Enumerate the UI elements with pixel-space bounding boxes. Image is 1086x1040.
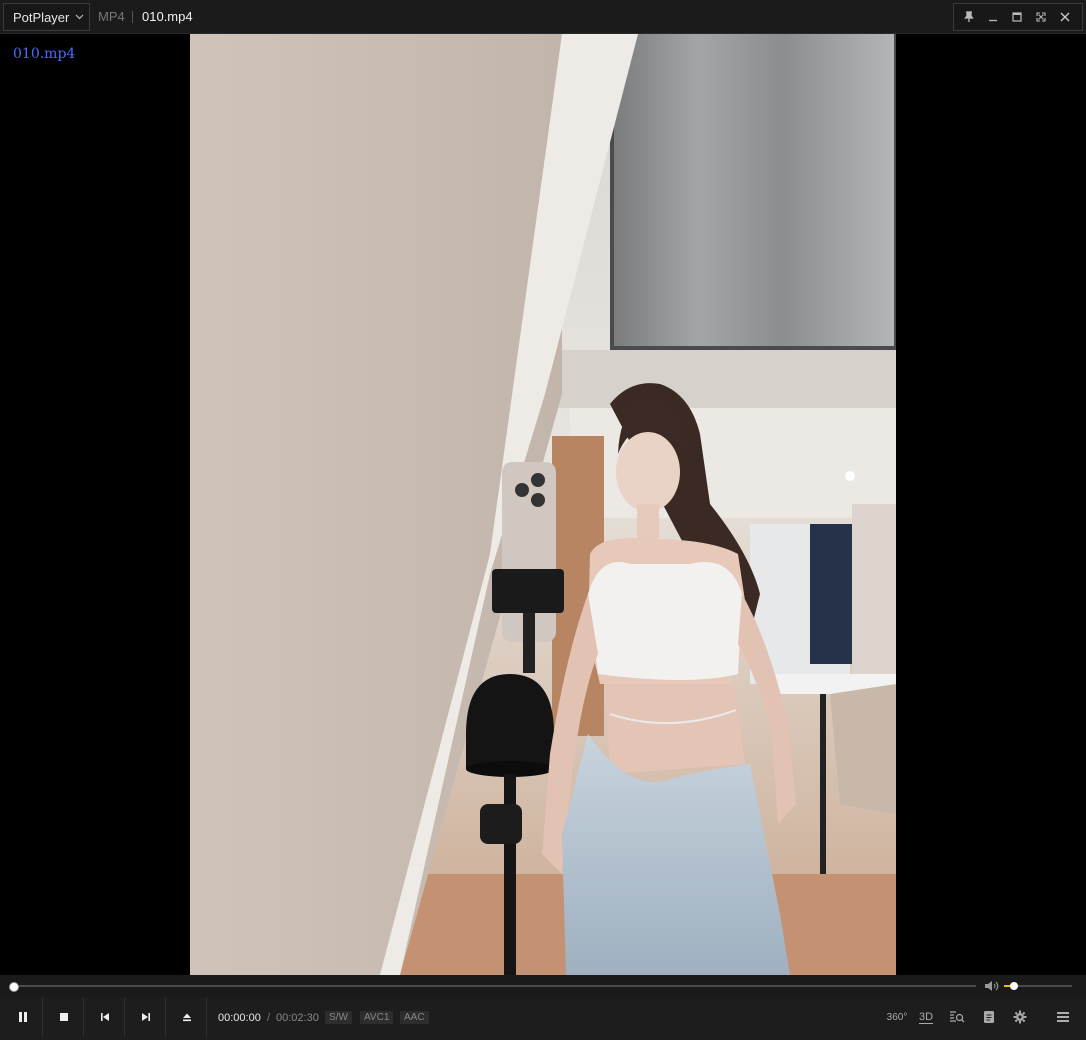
- maximize-icon: [1012, 12, 1022, 22]
- fullscreen-button[interactable]: [1029, 4, 1053, 30]
- skip-next-icon: [141, 1013, 150, 1021]
- hamburger-menu-icon: [1057, 1012, 1069, 1022]
- app-name: PotPlayer: [13, 9, 70, 25]
- document-list-icon: [984, 1011, 994, 1023]
- pause-icon: [18, 1012, 27, 1022]
- time-separator: /: [267, 1012, 271, 1024]
- seek-bar[interactable]: [12, 985, 976, 987]
- stereo-3d-label: 3D: [918, 1010, 934, 1024]
- speaker-icon[interactable]: [984, 979, 1000, 993]
- maximize-button[interactable]: [1005, 4, 1029, 30]
- total-duration[interactable]: 00:02:30: [276, 1012, 319, 1024]
- volume-slider[interactable]: [1004, 982, 1072, 990]
- video-codec-badge[interactable]: AVC1: [360, 1011, 394, 1024]
- minimize-icon: [989, 19, 997, 22]
- control-bar: 00:00:00 / 00:02:30 S/W AVC1 AAC 360° 3D: [0, 997, 1086, 1040]
- seek-handle[interactable]: [9, 982, 19, 992]
- stereo-3d-button[interactable]: 3D: [913, 1005, 939, 1029]
- eject-button[interactable]: [167, 997, 207, 1037]
- skip-previous-icon: [100, 1013, 109, 1021]
- decoder-badge[interactable]: S/W: [325, 1011, 352, 1024]
- current-time[interactable]: 00:00:00: [218, 1012, 261, 1024]
- window-title: 010.mp4: [142, 9, 193, 24]
- minimize-button[interactable]: [981, 4, 1005, 30]
- close-button[interactable]: [1053, 4, 1077, 30]
- title-bar: PotPlayer MP4 010.mp4: [0, 0, 1086, 34]
- audio-codec-badge[interactable]: AAC: [400, 1011, 429, 1024]
- previous-button[interactable]: [85, 997, 125, 1037]
- pin-button[interactable]: [957, 4, 981, 30]
- fullscreen-icon: [1036, 12, 1046, 22]
- vr-360-label: 360°: [886, 1011, 908, 1023]
- chevron-down-icon: [75, 12, 84, 23]
- playlist-search-button[interactable]: [944, 1005, 970, 1029]
- stop-icon: [59, 1013, 68, 1021]
- title-divider: [132, 11, 133, 23]
- chapters-button[interactable]: [976, 1005, 1002, 1029]
- seek-row: [0, 975, 1086, 997]
- vr-360-button[interactable]: 360°: [884, 1005, 910, 1029]
- next-button[interactable]: [126, 997, 166, 1037]
- pin-icon: [964, 11, 974, 22]
- list-search-icon: [950, 1011, 965, 1023]
- eject-icon: [182, 1013, 191, 1022]
- settings-button[interactable]: [1007, 1005, 1033, 1029]
- main-menu-button[interactable]: [1050, 1005, 1076, 1029]
- osd-filename: 010.mp4: [13, 46, 76, 62]
- video-frame[interactable]: [190, 34, 896, 975]
- format-label: MP4: [98, 9, 125, 24]
- pause-button[interactable]: [3, 997, 43, 1037]
- close-icon: [1060, 12, 1070, 22]
- volume-handle[interactable]: [1010, 982, 1019, 990]
- app-menu-button[interactable]: PotPlayer: [4, 4, 90, 30]
- stop-button[interactable]: [44, 997, 84, 1037]
- video-frame-image: [190, 34, 896, 975]
- gear-icon: [1013, 1010, 1027, 1024]
